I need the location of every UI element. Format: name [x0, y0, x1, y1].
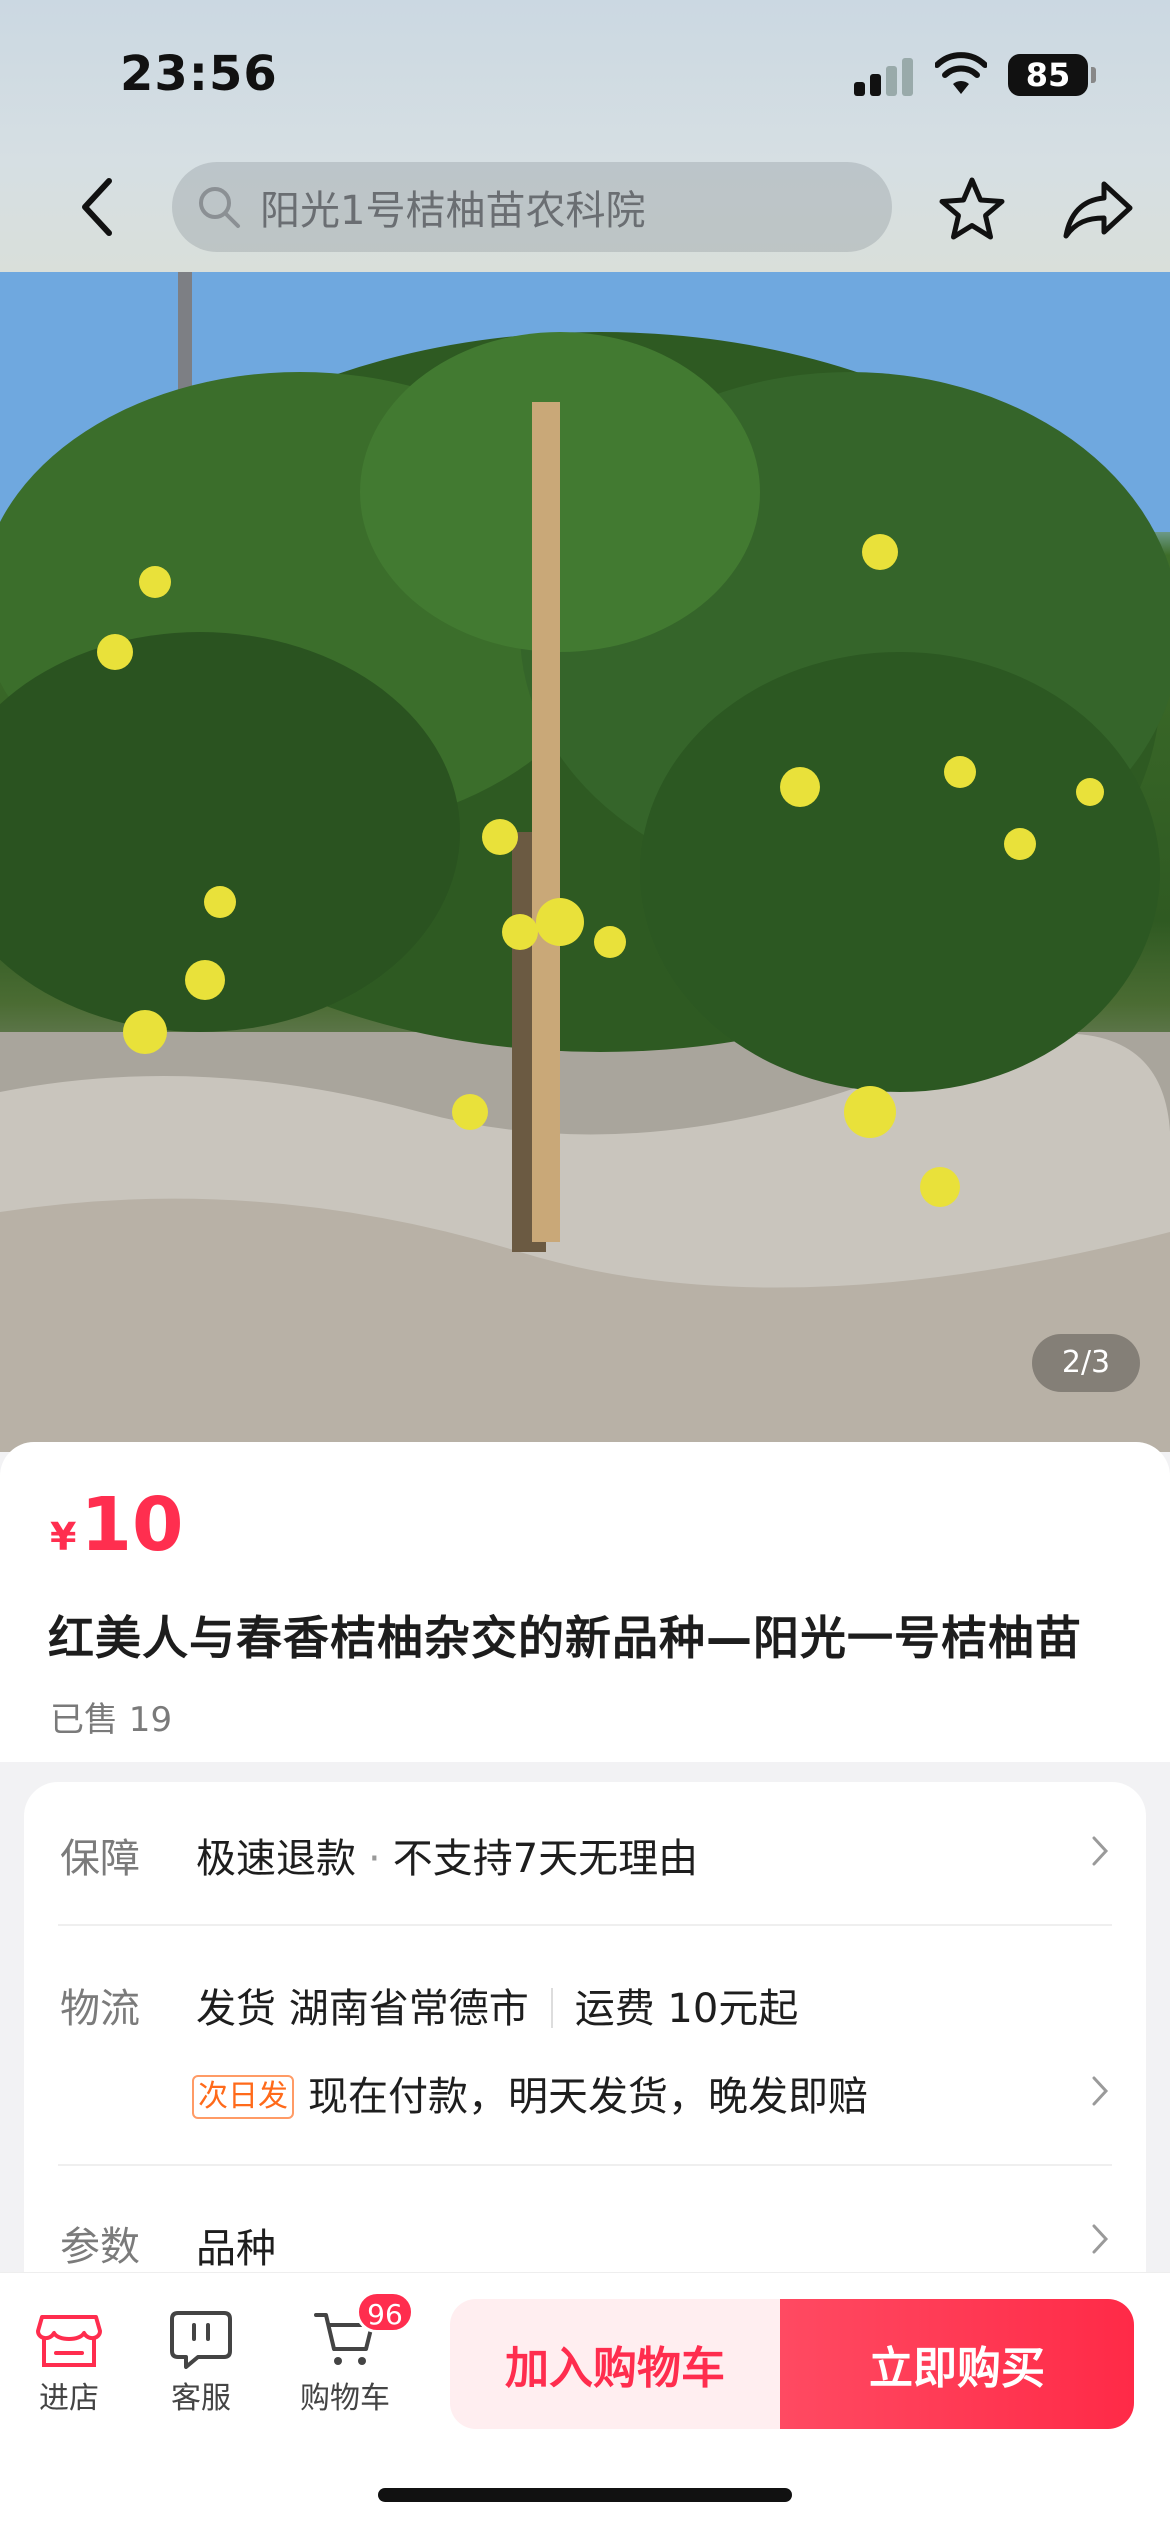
cellular-signal-icon [854, 56, 916, 96]
image-pager: 2/3 [1032, 1334, 1140, 1392]
citrus-tree-photo [0, 272, 1170, 1452]
status-time: 23:56 [120, 46, 278, 102]
cart-count-badge: 96 [356, 2291, 414, 2333]
promise-text: 现在付款，明天发货，晚发即赔 [308, 2074, 868, 2120]
back-button[interactable] [62, 172, 132, 242]
no-return-text: 不支持7天无理由 [392, 1836, 699, 1882]
params-text: 品种 [196, 2226, 276, 2272]
buy-now-button[interactable]: 立即购买 [780, 2299, 1134, 2429]
add-to-cart-button[interactable]: 加入购物车 [450, 2299, 780, 2429]
params-label: 参数 [60, 2224, 140, 2270]
share-icon[interactable] [1060, 174, 1136, 246]
home-indicator [378, 2488, 792, 2502]
product-title: 红美人与春香桔柚杂交的新品种—阳光一号桔柚苗 [48, 1611, 1082, 1665]
chat-icon [170, 2311, 232, 2369]
price-value: 10 [80, 1482, 184, 1568]
wifi-icon [935, 52, 987, 94]
store-icon [36, 2315, 102, 2367]
divider [58, 1924, 1112, 1926]
top-nav: 阳光1号桔柚苗农科院 [0, 150, 1170, 272]
separator-dot: · [368, 1836, 381, 1882]
battery-indicator: 85 [1008, 54, 1096, 96]
ship-from: 发货 湖南省常德市 [196, 1986, 529, 2032]
chevron-left-icon [82, 178, 112, 236]
service-label: 客服 [171, 2381, 231, 2416]
currency-symbol: ¥ [50, 1515, 77, 1559]
guarantee-label: 保障 [60, 1836, 140, 1882]
separator-bar [550, 1988, 553, 2028]
logistics-label: 物流 [60, 1986, 140, 2032]
divider [58, 2164, 1112, 2166]
chevron-right-icon [1092, 2224, 1109, 2254]
price: ¥ 10 [50, 1482, 183, 1568]
guarantee-text: 极速退款 · 不支持7天无理由 [196, 1826, 698, 1884]
search-query: 阳光1号桔柚苗农科院 [260, 188, 646, 234]
sold-count: 已售 19 [50, 1700, 173, 1740]
store-tab[interactable]: 进店 [4, 2309, 134, 2417]
chevron-right-icon [1092, 1836, 1109, 1866]
shipping-fee: 运费 10元起 [574, 1986, 799, 2032]
favorite-star-icon[interactable] [936, 174, 1008, 246]
header: 23:56 85 阳光1号桔柚苗农科院 [0, 0, 1170, 272]
delivery-promise: 次日发 现在付款，明天发货，晚发即赔 [192, 2064, 868, 2122]
status-bar: 23:56 85 [0, 0, 1170, 150]
shipping-info: 发货 湖南省常德市 运费 10元起 [196, 1976, 798, 2034]
store-label: 进店 [39, 2381, 99, 2416]
product-info-card: ¥ 10 红美人与春香桔柚杂交的新品种—阳光一号桔柚苗 已售 19 [0, 1442, 1170, 1762]
cart-label: 购物车 [300, 2381, 390, 2416]
next-day-tag: 次日发 [192, 2075, 294, 2119]
fast-refund-text: 极速退款 [196, 1836, 356, 1882]
cart-tab[interactable]: 购物车 96 [280, 2291, 414, 2417]
search-bar[interactable]: 阳光1号桔柚苗农科院 [172, 162, 892, 252]
customer-service-tab[interactable]: 客服 [136, 2309, 266, 2417]
chevron-right-icon [1092, 2076, 1109, 2106]
search-icon [199, 187, 240, 228]
product-image[interactable]: 2/3 [0, 272, 1170, 1452]
